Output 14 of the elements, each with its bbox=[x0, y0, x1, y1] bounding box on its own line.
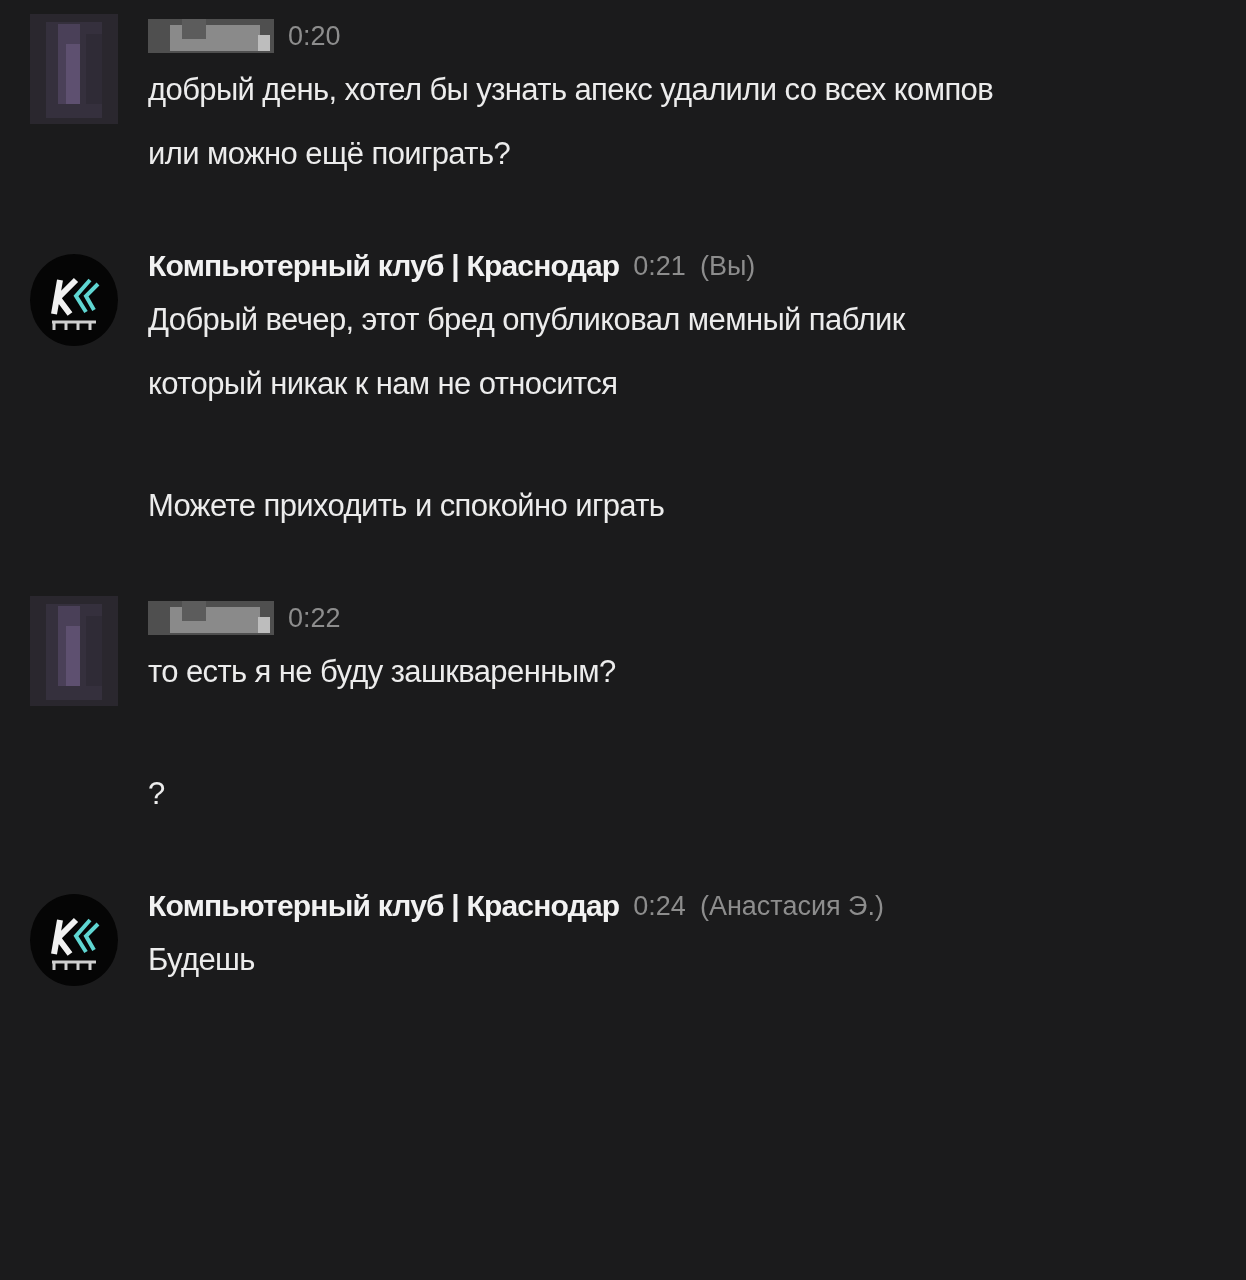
message-text: то есть я не буду зашкваренным? bbox=[148, 653, 616, 691]
sender-name[interactable]: Компьютерный клуб | Краснодар bbox=[148, 889, 620, 923]
message-text: добрый день, хотел бы узнать апекс удалили со всех компов или можно ещё поиграть? bbox=[148, 71, 994, 173]
message-text: Можете приходить и спокойно играть bbox=[148, 487, 666, 525]
message-author: (Анастасия Э.) bbox=[699, 890, 884, 922]
sender-name[interactable]: Компьютерный клуб | Краснодар bbox=[148, 249, 620, 283]
message-time: 0:24 bbox=[633, 890, 686, 922]
message-text: Добрый вечер, этот бред опубликовал мемный паблик который никак к нам не относится bbox=[148, 301, 905, 403]
message-time: 0:20 bbox=[288, 20, 341, 52]
message-author: (Вы) bbox=[699, 250, 756, 282]
message-time: 0:22 bbox=[288, 602, 341, 634]
message-text: ? bbox=[148, 775, 166, 813]
message-time: 0:21 bbox=[633, 250, 686, 282]
message-text: Будешь bbox=[148, 941, 256, 979]
